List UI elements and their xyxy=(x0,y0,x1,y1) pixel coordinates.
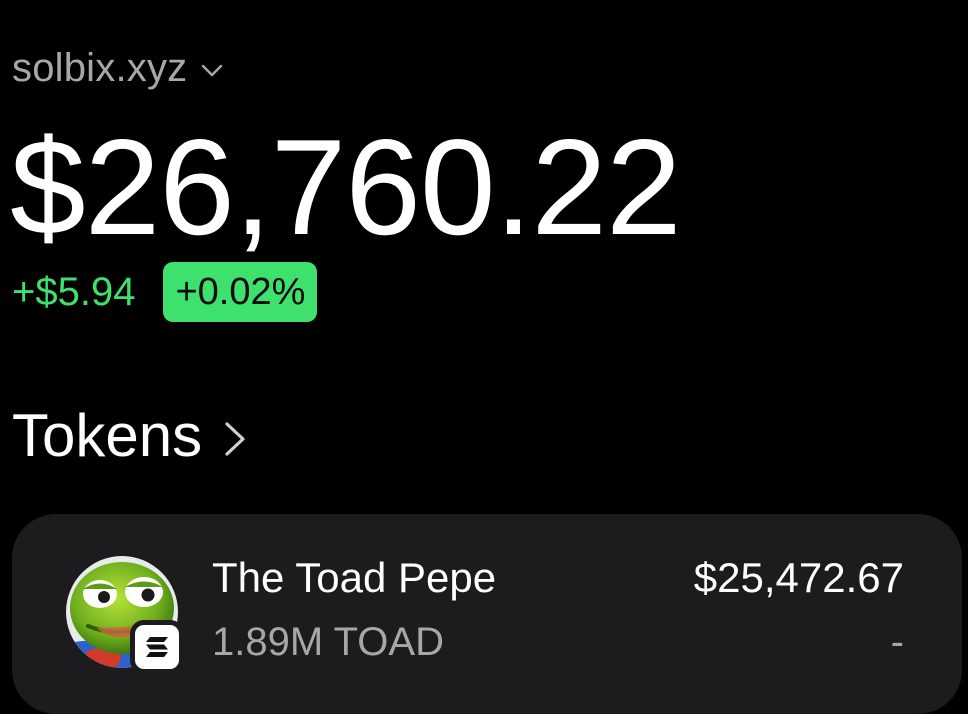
token-row[interactable]: The Toad Pepe 1.89M TOAD $25,472.67 - xyxy=(12,514,962,714)
token-change: - xyxy=(890,620,904,664)
token-name: The Toad Pepe xyxy=(212,554,497,601)
account-name: solbix.xyz xyxy=(12,46,188,90)
token-value: $25,472.67 xyxy=(693,554,904,601)
portfolio-balance: $26,760.22 xyxy=(10,111,682,263)
account-switcher[interactable]: solbix.xyz xyxy=(12,40,223,96)
tokens-section-header[interactable]: Tokens xyxy=(12,400,246,472)
solana-icon xyxy=(130,620,184,674)
chevron-right-icon xyxy=(225,422,245,456)
chevron-down-icon xyxy=(202,64,223,77)
token-amount: 1.89M TOAD xyxy=(212,620,444,664)
portfolio-change-row: +$5.94 +0.02% xyxy=(12,262,318,322)
change-amount: +$5.94 xyxy=(12,270,136,314)
tokens-title: Tokens xyxy=(12,402,203,469)
change-percent-badge: +0.02% xyxy=(163,262,318,322)
